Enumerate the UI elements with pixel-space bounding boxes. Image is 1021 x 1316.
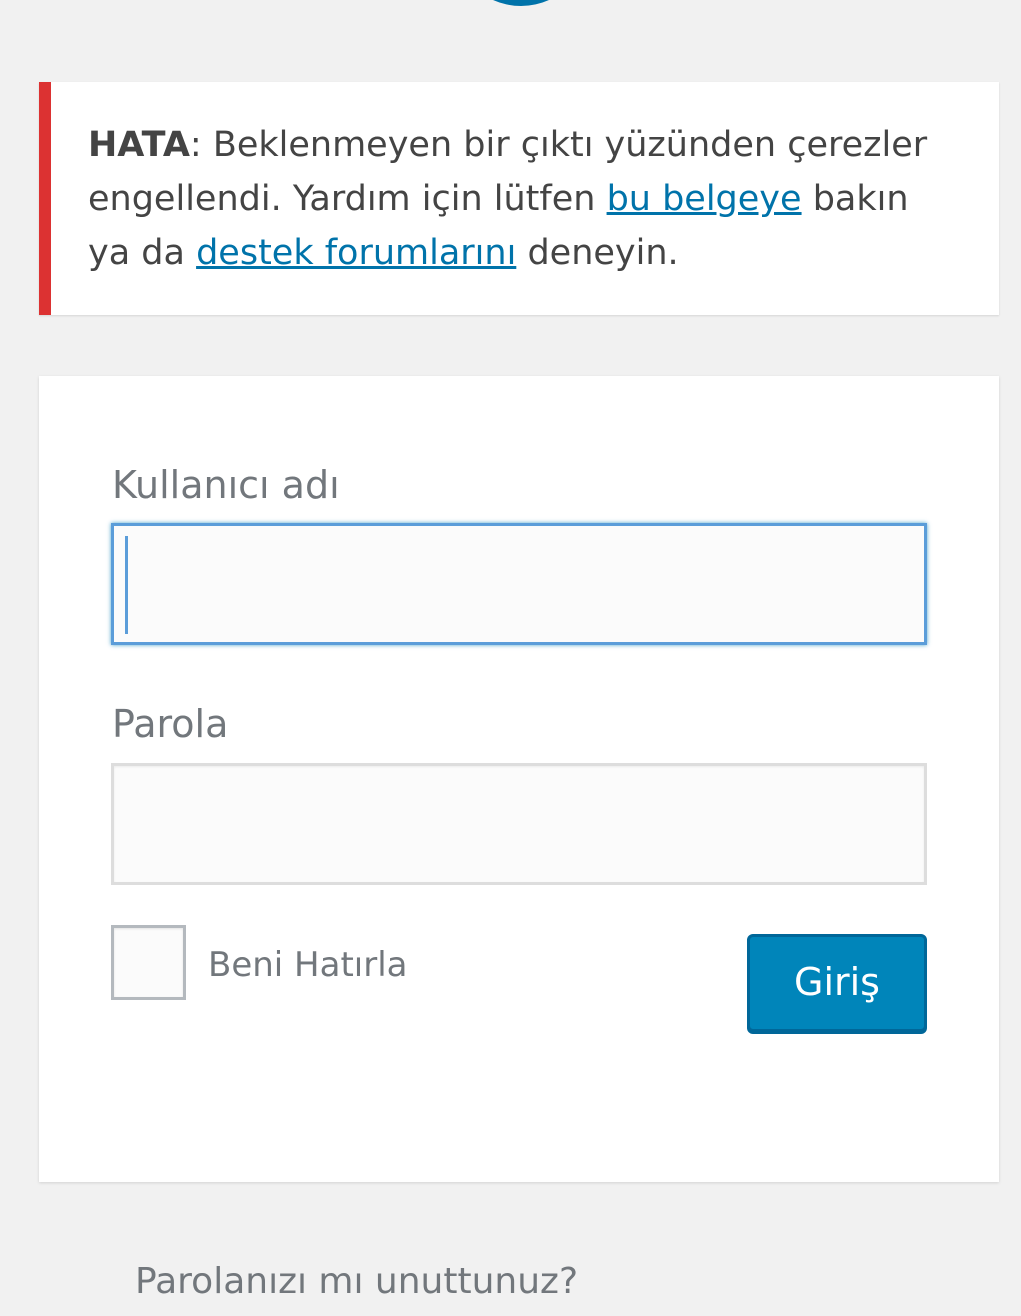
password-label: Parola (112, 702, 229, 746)
support-forums-link[interactable]: destek forumlarını (196, 233, 516, 273)
documentation-link[interactable]: bu belgeye (607, 179, 802, 219)
login-button[interactable]: Giriş (747, 934, 927, 1032)
password-input[interactable] (111, 763, 927, 885)
error-notice: HATA: Beklenmeyen bir çıktı yüzünden çer… (39, 82, 999, 315)
remember-me-checkbox[interactable] (111, 925, 186, 1000)
lost-password-link[interactable]: Parolanızı mı unuttunuz? (135, 1258, 578, 1306)
login-page: HATA: Beklenmeyen bir çıktı yüzünden çer… (0, 0, 1021, 1316)
username-input[interactable] (111, 523, 927, 645)
remember-me-label[interactable]: Beni Hatırla (208, 944, 407, 986)
error-text-3: deneyin. (516, 233, 679, 273)
text-caret (125, 536, 128, 634)
login-form: Kullanıcı adı Parola Beni Hatırla Giriş (39, 376, 999, 1182)
wordpress-logo-icon[interactable] (446, 0, 596, 6)
error-prefix: HATA (88, 125, 190, 165)
username-label: Kullanıcı adı (112, 463, 340, 507)
